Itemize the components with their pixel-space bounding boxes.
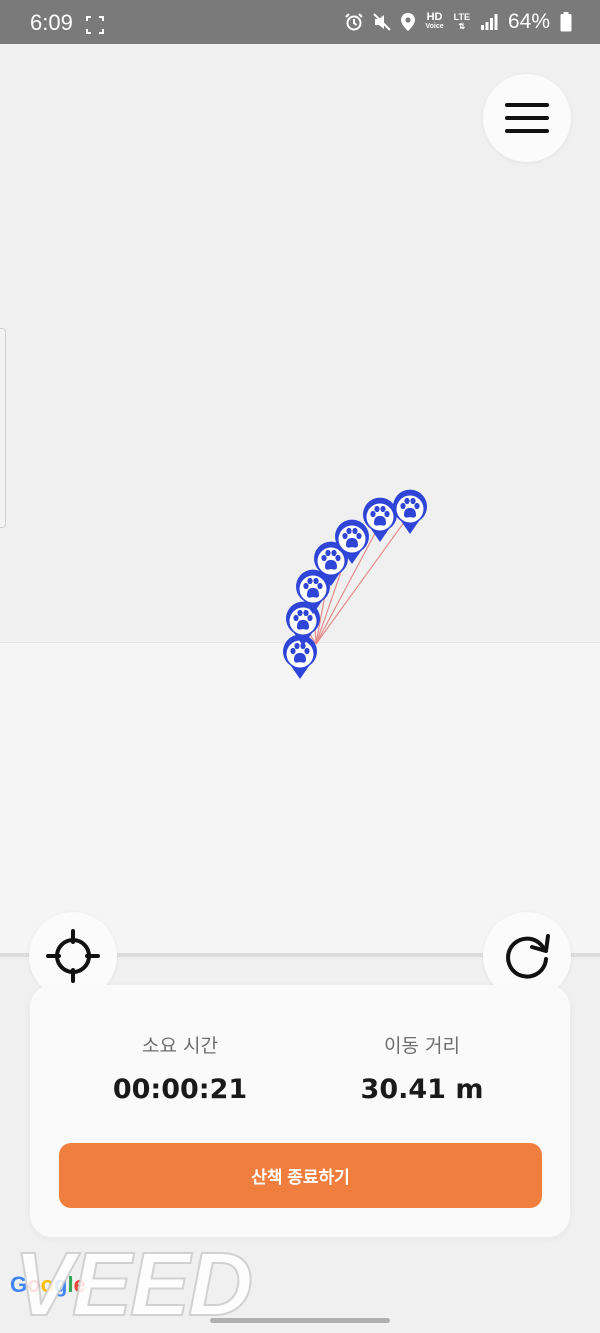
walk-summary-panel: 소요 시간 00:00:21 이동 거리 30.41 m 산책 종료하기	[30, 985, 570, 1237]
distance-stat: 이동 거리 30.41 m	[302, 1031, 542, 1105]
battery-icon	[560, 12, 572, 32]
battery-percent: 64%	[507, 10, 550, 33]
mute-icon	[373, 13, 392, 31]
menu-icon	[505, 103, 549, 133]
watermark: VEED	[13, 1235, 254, 1333]
hd-voice-indicator: HD Voice	[425, 11, 444, 31]
paw-marker-icon[interactable]	[393, 489, 427, 534]
alarm-icon	[345, 13, 364, 31]
lte-indicator: LTE ⇅	[453, 12, 470, 32]
elapsed-time-value: 00:00:21	[112, 1074, 248, 1105]
crosshair-icon	[46, 929, 100, 983]
location-icon	[401, 13, 416, 31]
signal-icon	[480, 14, 498, 30]
elapsed-time-stat: 소요 시간 00:00:21	[60, 1031, 300, 1105]
elapsed-time-label: 소요 시간	[142, 1035, 218, 1057]
status-time: 6:09	[30, 10, 73, 35]
distance-value: 30.41 m	[360, 1074, 484, 1105]
status-bar: 6:09 HD Voice LTE ⇅ 64%	[0, 0, 600, 44]
refresh-icon	[506, 934, 550, 979]
status-icons: HD Voice LTE ⇅ 64%	[345, 10, 572, 34]
home-indicator[interactable]	[210, 1318, 390, 1323]
distance-label: 이동 거리	[384, 1035, 460, 1057]
end-walk-button[interactable]: 산책 종료하기	[59, 1143, 542, 1208]
screenshot-icon	[86, 16, 104, 34]
menu-button[interactable]	[483, 74, 571, 162]
